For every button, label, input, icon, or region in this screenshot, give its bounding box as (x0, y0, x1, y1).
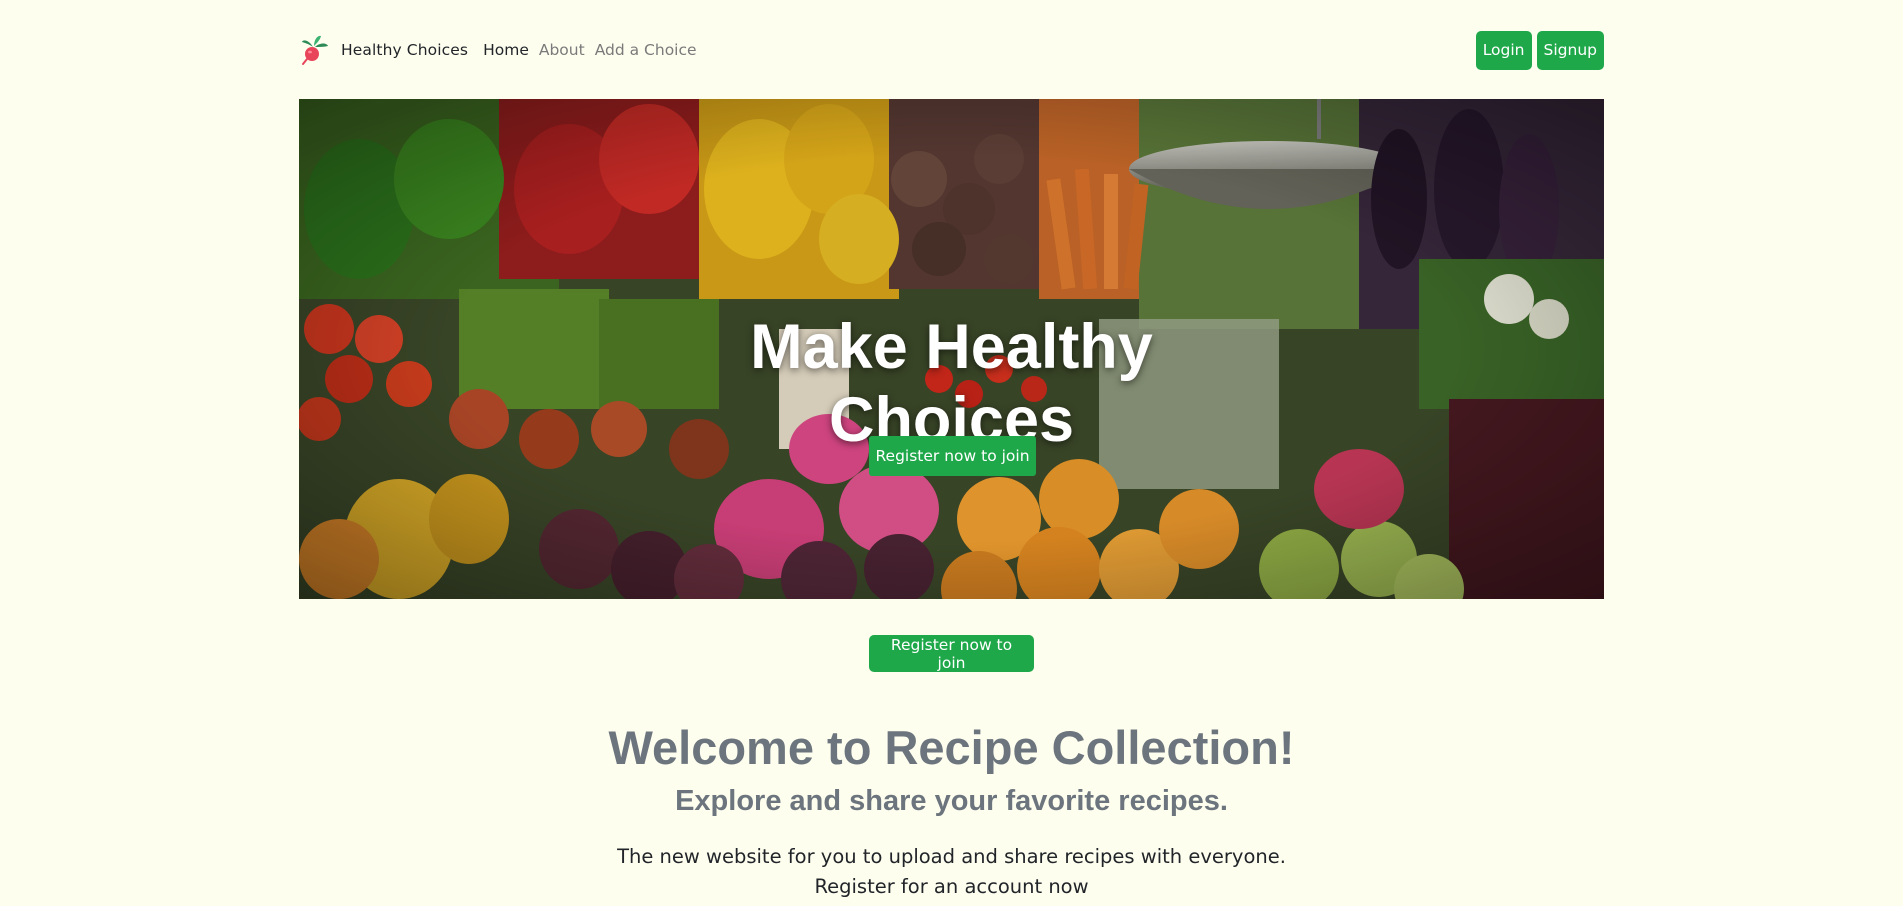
welcome-subtitle: Explore and share your favorite recipes. (675, 785, 1228, 817)
register-button[interactable]: Register now to join (869, 635, 1034, 672)
signup-button[interactable]: Signup (1536, 30, 1604, 70)
radish-icon (299, 34, 331, 66)
brand-link[interactable]: Healthy Choices (299, 34, 468, 66)
nav-links: Home About Add a Choice (483, 41, 706, 59)
navbar: Healthy Choices Home About Add a Choice … (299, 30, 1604, 70)
hero-title-line1: Make Healthy (750, 312, 1153, 383)
intro-text: The new website for you to upload and sh… (299, 842, 1604, 902)
intro-line2: Register for an account now (814, 875, 1089, 898)
nav-link-home[interactable]: Home (483, 41, 529, 59)
intro-line1: The new website for you to upload and sh… (617, 845, 1286, 868)
hero-banner: Make Healthy Choices Register now to joi… (299, 99, 1604, 599)
nav-link-about[interactable]: About (539, 41, 585, 59)
nav-link-add-choice[interactable]: Add a Choice (595, 41, 697, 59)
brand-name: Healthy Choices (341, 41, 469, 59)
auth-buttons: Login Signup (1475, 30, 1604, 70)
login-button[interactable]: Login (1475, 30, 1532, 70)
welcome-title: Welcome to Recipe Collection! (608, 721, 1295, 774)
hero-register-button[interactable]: Register now to join (869, 436, 1036, 476)
